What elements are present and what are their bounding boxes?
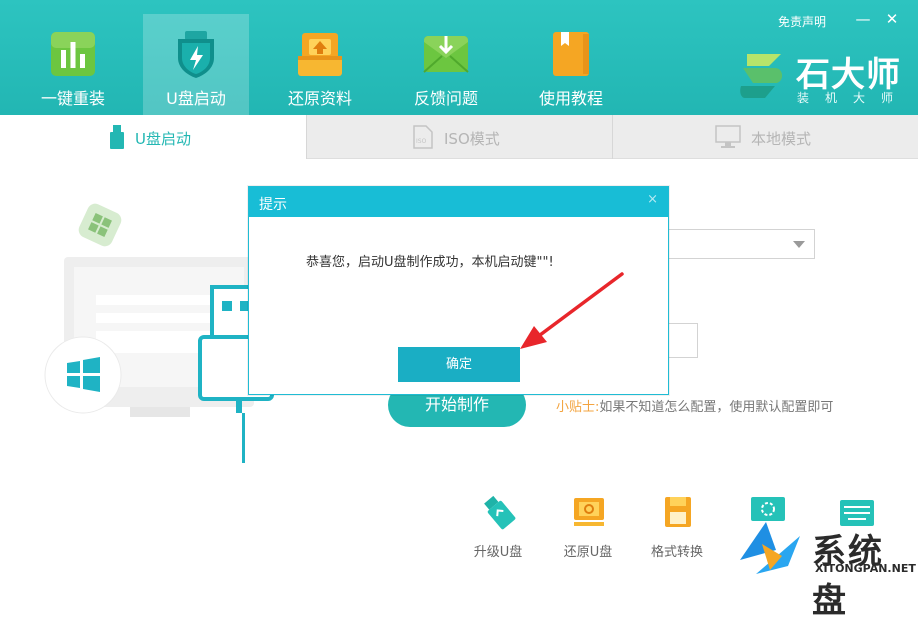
confirm-button[interactable]: 确定 bbox=[398, 347, 520, 382]
tool-label: 升级U盘 bbox=[473, 545, 523, 560]
tool-label: 还原U盘 bbox=[563, 545, 613, 560]
minimize-button[interactable]: — bbox=[853, 9, 873, 29]
loading-icon bbox=[751, 497, 785, 521]
nav-label: 使用教程 bbox=[538, 89, 603, 108]
watermark-url: XITONGPAN.NET bbox=[815, 562, 916, 575]
tool-label: 格式转换 bbox=[650, 545, 703, 560]
watermark-logo-icon bbox=[740, 522, 800, 574]
dialog-title-bar: 提示 × bbox=[249, 187, 668, 217]
tab-iso-mode[interactable]: ISO ISO模式 bbox=[307, 115, 612, 159]
dialog-close-icon[interactable]: × bbox=[647, 192, 658, 207]
nav-label: 还原资料 bbox=[287, 89, 352, 108]
mail-icon bbox=[423, 36, 469, 73]
close-window-button[interactable]: ✕ bbox=[882, 9, 902, 29]
nav-usb-boot[interactable]: U盘启动 bbox=[143, 14, 249, 115]
nav-feedback[interactable]: 反馈问题 bbox=[393, 14, 499, 115]
chevron-down-icon bbox=[793, 241, 805, 248]
tab-label: U盘启动 bbox=[135, 130, 191, 148]
tip-label: 小贴士: bbox=[556, 400, 600, 415]
iso-file-icon: ISO bbox=[413, 125, 433, 149]
usb-restore-icon bbox=[574, 498, 604, 526]
annotation-arrow-icon bbox=[520, 272, 624, 349]
nav-label: 一键重装 bbox=[40, 89, 105, 108]
nav-one-click-reinstall[interactable]: 一键重装 bbox=[20, 14, 126, 115]
tab-label: ISO模式 bbox=[444, 130, 500, 148]
nav-label: U盘启动 bbox=[166, 89, 226, 108]
tab-usb-boot[interactable]: U盘启动 bbox=[0, 115, 306, 159]
background-select[interactable] bbox=[668, 229, 815, 259]
disclaimer-link[interactable]: 免责声明 bbox=[778, 13, 826, 30]
bar-chart-icon bbox=[51, 32, 95, 76]
floppy-icon bbox=[665, 497, 691, 527]
book-icon bbox=[553, 32, 589, 76]
usb-shield-icon bbox=[178, 31, 214, 78]
monitor-icon bbox=[715, 125, 741, 148]
brand-logo-icon bbox=[740, 54, 783, 98]
usb-drive-icon bbox=[110, 125, 124, 149]
brand-subtitle: 装机大师 bbox=[797, 91, 910, 105]
svg-text:ISO: ISO bbox=[416, 138, 427, 145]
nav-tutorial[interactable]: 使用教程 bbox=[518, 14, 624, 115]
nav-restore-data[interactable]: 还原资料 bbox=[267, 14, 373, 115]
usb-upgrade-icon bbox=[484, 495, 516, 530]
app-header: 一键重装 U盘启动 还原资料 反馈问题 使用教程 免责声明 — ✕ 石大师 装机… bbox=[0, 0, 918, 115]
tab-label: 本地模式 bbox=[751, 130, 812, 148]
tip-text: 小贴士:如果不知道怎么配置，使用默认配置即可 bbox=[556, 396, 833, 415]
background-field[interactable] bbox=[668, 323, 698, 358]
keyboard-icon bbox=[840, 500, 874, 526]
dialog-title: 提示 bbox=[259, 197, 287, 213]
windows-diamond-icon bbox=[78, 203, 122, 247]
upload-box-icon bbox=[298, 33, 342, 76]
tip-content: 如果不知道怎么配置，使用默认配置即可 bbox=[599, 400, 834, 415]
tab-local-mode[interactable]: 本地模式 bbox=[613, 115, 918, 159]
nav-label: 反馈问题 bbox=[413, 89, 478, 108]
